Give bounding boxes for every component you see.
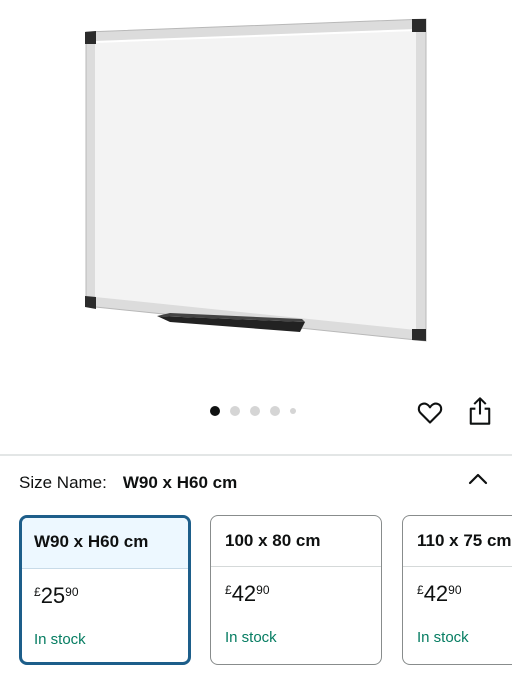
price-whole: 42: [423, 581, 449, 606]
carousel-dot-2[interactable]: [230, 406, 240, 416]
carousel-dot-5[interactable]: [290, 408, 296, 414]
share-button[interactable]: [466, 396, 494, 426]
price-currency: £: [417, 583, 424, 597]
size-option-name: 110 x 75 cm: [403, 516, 512, 567]
size-option-110x75[interactable]: 110 x 75 cm £4290 In stock: [402, 515, 512, 665]
price-whole: 25: [40, 583, 66, 608]
carousel-dot-4[interactable]: [270, 406, 280, 416]
chevron-up-icon: [468, 473, 488, 485]
price-currency: £: [34, 585, 41, 599]
product-image[interactable]: [0, 0, 512, 380]
price-currency: £: [225, 583, 232, 597]
size-option-availability: In stock: [417, 629, 469, 646]
size-option-name: W90 x H60 cm: [22, 518, 188, 569]
price-fraction: 90: [256, 583, 270, 597]
price-whole: 42: [231, 581, 257, 606]
section-divider: [0, 454, 512, 456]
size-option-100x80[interactable]: 100 x 80 cm £4290 In stock: [210, 515, 382, 665]
size-option-name: 100 x 80 cm: [211, 516, 381, 567]
size-option-price: £4290: [403, 581, 512, 607]
size-option-price: £2590: [22, 583, 188, 609]
wishlist-button[interactable]: [416, 398, 444, 426]
size-option-w90-h60[interactable]: W90 x H60 cm £2590 In stock: [19, 515, 191, 665]
price-fraction: 90: [65, 585, 79, 599]
size-name-label: Size Name:: [19, 473, 107, 492]
selected-size-value: W90 x H60 cm: [122, 473, 238, 492]
whiteboard-illustration: [85, 18, 427, 342]
size-option-availability: In stock: [34, 631, 86, 648]
collapse-size-button[interactable]: [465, 468, 491, 490]
image-carousel-indicator[interactable]: [210, 405, 296, 417]
size-name-header: Size Name: W90 x H60 cm: [19, 473, 237, 493]
share-icon: [469, 397, 491, 425]
size-option-availability: In stock: [225, 629, 277, 646]
size-options-list: W90 x H60 cm £2590 In stock 100 x 80 cm …: [0, 515, 512, 667]
heart-icon: [417, 402, 443, 424]
size-option-price: £4290: [211, 581, 381, 607]
carousel-dot-1[interactable]: [210, 406, 220, 416]
carousel-dot-3[interactable]: [250, 406, 260, 416]
price-fraction: 90: [448, 583, 462, 597]
